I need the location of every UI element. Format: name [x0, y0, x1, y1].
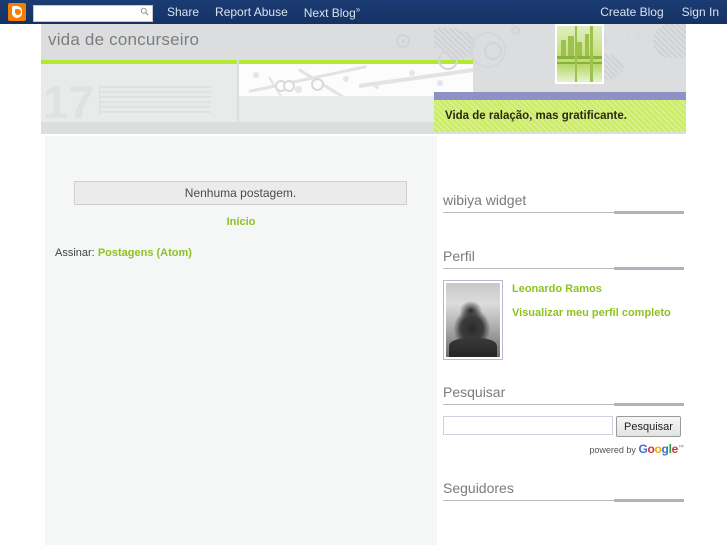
nav-next-blog-suffix: » — [355, 4, 361, 14]
decorative-circle-icon — [438, 50, 458, 70]
widget-title-perfil: Perfil — [443, 248, 475, 264]
navbar-search-input[interactable] — [33, 5, 153, 22]
widget-title-seguidores: Seguidores — [443, 480, 514, 496]
navbar-right-links: Create Blog Sign In — [582, 5, 719, 19]
nav-link-next-blog[interactable]: Next Blog» — [304, 5, 360, 20]
blog-description-banner: Vida de ralação, mas gratificante. — [434, 100, 686, 132]
navbar-search-wrapper — [33, 4, 153, 22]
widget-divider — [443, 499, 684, 503]
google-trademark: ™ — [678, 445, 684, 451]
powered-by-label: powered by — [589, 445, 636, 455]
widget-title-wibiya: wibiya widget — [443, 192, 527, 208]
widget-title-pesquisar: Pesquisar — [443, 384, 506, 400]
google-logo-icon: Google — [638, 442, 678, 456]
no-posts-message: Nenhuma postagem. — [74, 181, 407, 205]
avatar[interactable] — [443, 280, 503, 360]
widget-profile: Perfil Leonardo Ramos Visualizar meu per… — [443, 248, 686, 360]
profile-name-link[interactable]: Leonardo Ramos — [512, 283, 671, 295]
search-form: Pesquisar — [443, 416, 686, 437]
widget-divider — [443, 267, 684, 271]
nav-link-report-abuse[interactable]: Report Abuse — [215, 5, 288, 19]
powered-by-google: powered by Google™ — [443, 442, 684, 456]
page-body: vida de concurseiro 17 Vida de ralação, … — [0, 24, 727, 545]
nav-next-blog-label: Next Blog — [303, 5, 356, 20]
header-left-panel: 17 — [41, 60, 237, 128]
decorative-hatch-icon — [434, 28, 460, 48]
home-link[interactable]: Início — [45, 216, 437, 228]
nav-link-sign-in[interactable]: Sign In — [682, 5, 719, 19]
nav-link-create-blog[interactable]: Create Blog — [600, 5, 663, 19]
view-full-profile-link[interactable]: Visualizar meu perfil completo — [512, 307, 671, 319]
blogger-logo-icon[interactable] — [8, 3, 26, 21]
widget-divider — [443, 211, 684, 215]
search-button[interactable]: Pesquisar — [616, 416, 681, 437]
widget-search: Pesquisar Pesquisar powered by Google™ — [443, 384, 686, 456]
page-title: vida de concurseiro — [48, 30, 200, 49]
widget-divider — [443, 403, 684, 407]
subscribe-atom-link[interactable]: Postagens (Atom) — [98, 247, 192, 259]
subscribe-label: Assinar: — [55, 247, 95, 259]
main-content-column: Nenhuma postagem. Início Assinar: Postag… — [45, 136, 437, 545]
sidebar-column: wibiya widget Perfil Leonardo Ramos Visu… — [437, 136, 686, 545]
widget-followers: Seguidores — [443, 480, 686, 512]
blog-description-text: Vida de ralação, mas gratificante. — [445, 110, 627, 122]
search-input[interactable] — [443, 416, 613, 435]
header-placeholder-text-lines — [99, 86, 211, 116]
nav-link-share[interactable]: Share — [167, 5, 199, 19]
blogger-navbar: Share Report Abuse Next Blog» Create Blo… — [0, 0, 727, 24]
decorative-dot-icon — [634, 34, 642, 42]
header-photo-thumbnail — [555, 24, 604, 84]
decorative-circle-icon — [470, 32, 506, 68]
profile-row: Leonardo Ramos Visualizar meu perfil com… — [443, 280, 686, 360]
profile-info: Leonardo Ramos Visualizar meu perfil com… — [512, 280, 671, 360]
widget-wibiya: wibiya widget — [443, 192, 686, 224]
decorative-dot-icon — [401, 39, 405, 43]
subscribe-row: Assinar: Postagens (Atom) — [55, 247, 192, 259]
header-banner-number: 17 — [43, 76, 95, 128]
